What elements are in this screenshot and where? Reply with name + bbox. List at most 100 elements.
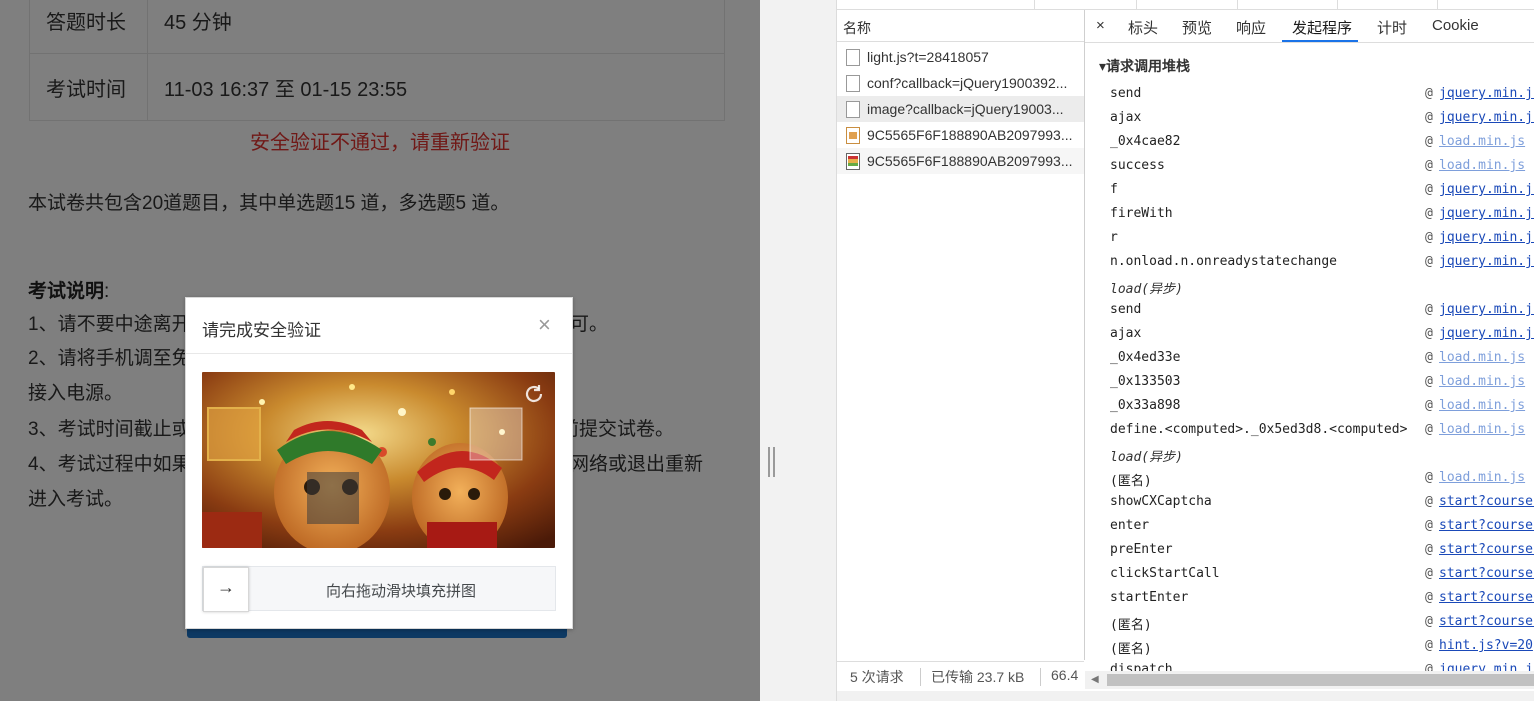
stack-frame-source-link[interactable]: load.min.js: [1439, 398, 1534, 413]
at-sign: @: [1425, 638, 1433, 653]
name-header-label: 名称: [843, 20, 871, 36]
document-icon: [846, 49, 860, 66]
stack-frame-function: ajax: [1110, 110, 1142, 125]
stack-frame-source-link[interactable]: jquery.min.js: [1439, 110, 1534, 125]
request-row[interactable]: conf?callback=jQuery1900392...: [837, 70, 1084, 96]
at-sign: @: [1425, 110, 1433, 125]
stack-frame-source-link[interactable]: jquery.min.js: [1439, 206, 1534, 221]
at-sign: @: [1425, 326, 1433, 341]
stack-frame-function: fireWith: [1110, 206, 1173, 221]
stack-frame-function: ajax: [1110, 326, 1142, 341]
request-row[interactable]: light.js?t=28418057: [837, 44, 1084, 70]
stack-frame-function: _0x133503: [1110, 374, 1181, 389]
at-sign: @: [1425, 566, 1433, 581]
stack-frame-source-link[interactable]: start?courseId: [1439, 614, 1534, 629]
request-row-selected[interactable]: image?callback=jQuery19003...: [837, 96, 1084, 122]
at-sign: @: [1425, 206, 1433, 221]
at-sign: @: [1425, 182, 1433, 197]
tab-response[interactable]: 响应: [1236, 17, 1266, 38]
stack-frame-function: _0x4cae82: [1110, 134, 1181, 149]
request-count: 5 次请求: [850, 669, 904, 685]
slider-handle[interactable]: →: [203, 567, 249, 612]
tab-preview[interactable]: 预览: [1182, 17, 1212, 38]
captcha-slider-track[interactable]: → 向右拖动滑块填充拼图: [202, 566, 556, 612]
stack-frame-source-link[interactable]: start?courseId: [1439, 542, 1534, 557]
horizontal-scrollbar[interactable]: ◀: [1085, 671, 1534, 689]
at-sign: @: [1425, 518, 1433, 533]
stack-frame-function: startEnter: [1110, 590, 1189, 605]
stack-frame-source-link[interactable]: jquery.min.js: [1439, 254, 1534, 269]
at-sign: @: [1425, 302, 1433, 317]
request-row[interactable]: 9C5565F6F188890AB2097993...: [837, 122, 1084, 148]
close-icon[interactable]: ×: [538, 314, 551, 336]
request-name: 9C5565F6F188890AB2097993...: [867, 127, 1073, 143]
request-row[interactable]: 9C5565F6F188890AB2097993...: [837, 148, 1084, 174]
captcha-image: [202, 372, 555, 548]
close-icon[interactable]: ×: [1096, 17, 1105, 34]
stack-frame-source-link[interactable]: start?courseId: [1439, 494, 1534, 509]
toolbar-strip: [837, 0, 1534, 10]
stack-frame-source-link[interactable]: load.min.js: [1439, 374, 1534, 389]
at-sign: @: [1425, 350, 1433, 365]
scroll-left-icon[interactable]: ◀: [1091, 674, 1099, 685]
request-name: conf?callback=jQuery1900392...: [867, 75, 1068, 91]
name-column-header[interactable]: 名称: [837, 10, 1084, 42]
captcha-dialog: 请完成安全验证 × → 向右拖动滑块填充拼图: [185, 297, 573, 629]
tab-headers[interactable]: 标头: [1128, 17, 1158, 38]
tab-cookie[interactable]: Cookie: [1432, 17, 1479, 34]
image-icon: [846, 127, 860, 144]
document-icon: [846, 75, 860, 92]
at-sign: @: [1425, 398, 1433, 413]
panel-gutter: [760, 0, 837, 701]
stack-frame-source-link[interactable]: start?courseId: [1439, 590, 1534, 605]
request-name: image?callback=jQuery19003...: [867, 101, 1064, 117]
stack-frame-source-link[interactable]: load.min.js: [1439, 422, 1534, 437]
tab-timing[interactable]: 计时: [1377, 17, 1407, 38]
stack-frame-source-link[interactable]: load.min.js: [1439, 158, 1534, 173]
refresh-icon[interactable]: [522, 382, 546, 406]
stack-frame-source-link[interactable]: start?courseId: [1439, 566, 1534, 581]
document-icon: [846, 101, 860, 118]
request-detail: × 标头 预览 响应 发起程序 计时 Cookie ▾请求调用堆栈 send @ j…: [1085, 10, 1534, 691]
at-sign: @: [1425, 494, 1433, 509]
slider-hint: 向右拖动滑块填充拼图: [325, 583, 476, 600]
devtools-network-panel: 名称 light.js?t=28418057 conf?callback=jQu…: [837, 0, 1534, 701]
resource-size: 66.4: [1051, 667, 1079, 683]
network-status-bar: 5 次请求 已传输 23.7 kB 66.4: [837, 661, 1084, 692]
stack-frame-function: success: [1110, 158, 1165, 173]
stack-frame-source-link[interactable]: jquery.min.js: [1439, 302, 1534, 317]
stack-frame-function: _0x4ed33e: [1110, 350, 1181, 365]
at-sign: @: [1425, 614, 1433, 629]
at-sign: @: [1425, 470, 1433, 485]
stack-frame-source-link[interactable]: start?courseId: [1439, 518, 1534, 533]
devtools-footer: [837, 691, 1534, 701]
exam-page: 答题时长 45 分钟 考试时间 11-03 16:37 至 01-15 23:5…: [0, 0, 760, 701]
stack-frame-function: (匿名): [1110, 642, 1152, 657]
resize-handle[interactable]: [768, 447, 776, 477]
stack-frame-source-link[interactable]: load.min.js: [1439, 470, 1534, 485]
stack-frame-function: define.<computed>._0x5ed3d8.<computed>: [1110, 422, 1408, 437]
stack-frame-source-link[interactable]: jquery.min.js: [1439, 230, 1534, 245]
call-stack-title[interactable]: ▾请求调用堆栈: [1099, 56, 1190, 76]
captcha-title: 请完成安全验证: [202, 321, 321, 340]
stack-frame-source-link[interactable]: load.min.js: [1439, 134, 1534, 149]
request-name: light.js?t=28418057: [867, 49, 989, 65]
stack-frame-function: r: [1110, 230, 1118, 245]
stack-frame-function: preEnter: [1110, 542, 1173, 557]
stack-frame-source-link[interactable]: load.min.js: [1439, 350, 1534, 365]
at-sign: @: [1425, 230, 1433, 245]
tab-initiator[interactable]: 发起程序: [1292, 17, 1352, 38]
at-sign: @: [1425, 134, 1433, 149]
stack-frame-source-link[interactable]: jquery.min.js: [1439, 326, 1534, 341]
divider: [186, 353, 572, 354]
stack-frame-source-link[interactable]: jquery.min.js: [1439, 86, 1534, 101]
stack-frame-function: _0x33a898: [1110, 398, 1181, 413]
at-sign: @: [1425, 422, 1433, 437]
stack-frame-function: (匿名): [1110, 618, 1152, 633]
stack-frame-function: send: [1110, 302, 1142, 317]
stack-frame-function: clickStartCall: [1110, 566, 1220, 581]
stack-frame-source-link[interactable]: jquery.min.js: [1439, 182, 1534, 197]
scrollbar-thumb[interactable]: [1107, 674, 1534, 686]
stack-frame-source-link[interactable]: hint.js?v=20: [1439, 638, 1534, 653]
stack-frame-function: n.onload.n.onreadystatechange: [1110, 254, 1337, 269]
